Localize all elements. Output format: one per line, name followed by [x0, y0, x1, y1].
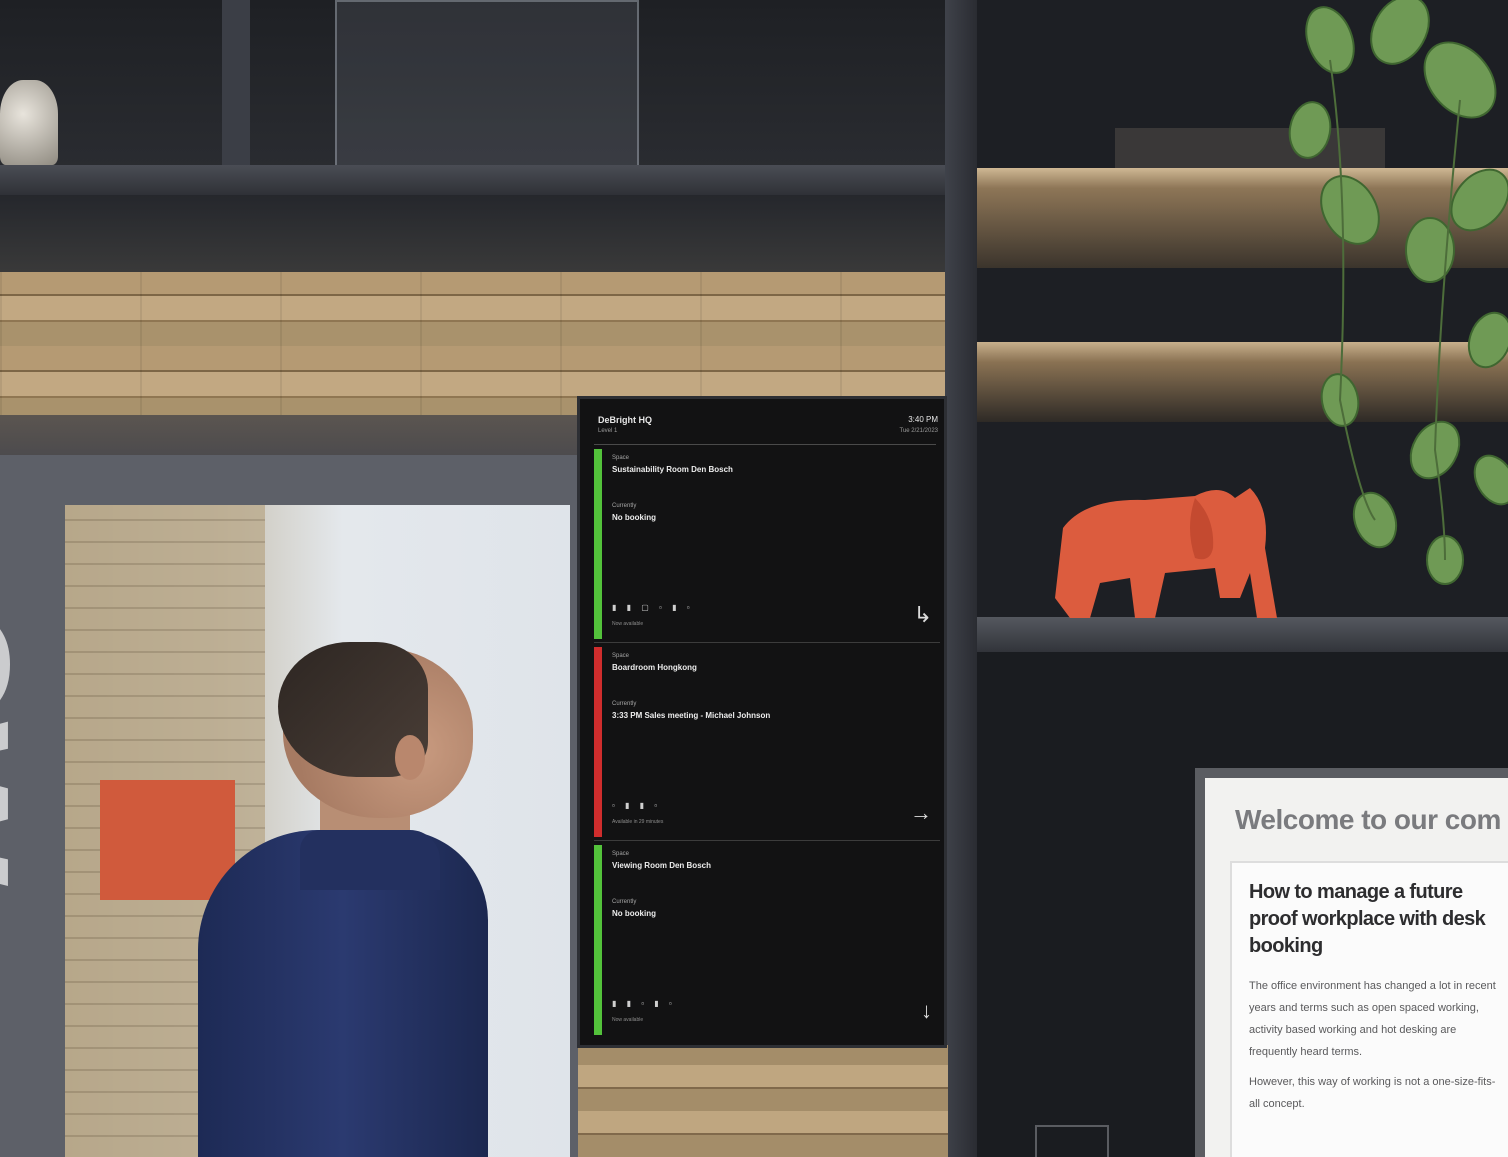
panel-divider: [594, 642, 940, 643]
availability-note: Available in 29 minutes: [612, 819, 664, 825]
current-label: Currently: [612, 701, 637, 707]
ceramic-vase: [0, 80, 58, 165]
shelf-beam: [0, 165, 950, 195]
article-heading: How to manage a future proof workplace w…: [1249, 881, 1486, 957]
door-header: [0, 415, 580, 460]
sign-title: Welcome to our com: [1235, 804, 1501, 835]
display-header: DeBright HQ Level 1 3:40 PM Tue 2/21/202…: [598, 415, 938, 443]
space-name: Viewing Room Den Bosch: [612, 861, 711, 870]
glass-display-box: [335, 0, 639, 169]
direction-arrow-icon: ↳: [913, 602, 932, 627]
shelf-divider: [222, 0, 250, 165]
current-booking: 3:33 PM Sales meeting - Michael Johnson: [612, 711, 771, 720]
display-floor: Level 1: [598, 428, 618, 434]
amenity-icons: ▮ ▮ ▫ ▮ ▫: [612, 999, 676, 1008]
availability-note: Now available: [612, 621, 644, 627]
space-label: Space: [612, 455, 630, 461]
room-booking-display: DeBright HQ Level 1 3:40 PM Tue 2/21/202…: [577, 396, 947, 1048]
amenity-icons: ▫ ▮ ▮ ▫: [612, 801, 662, 810]
panel-divider: [594, 840, 940, 841]
room-panel[interactable]: Space Viewing Room Den Bosch Currently N…: [594, 845, 940, 1035]
article-paragraph: The office environment has changed a lot…: [1249, 980, 1496, 1058]
amenity-icons: ▮ ▮ ▢ ▫ ▮ ▫: [612, 603, 694, 612]
direction-arrow-icon: ↓: [921, 998, 932, 1023]
window-etched-lettering: ow: [0, 600, 87, 880]
direction-arrow-icon: →: [910, 800, 932, 825]
space-name: Boardroom Hongkong: [612, 663, 697, 672]
space-name: Sustainability Room Den Bosch: [612, 465, 733, 474]
status-bar-occupied: [594, 647, 602, 837]
status-bar-available: [594, 449, 602, 639]
display-time: 3:40 PM: [908, 415, 938, 424]
shelf-vertical-post: [945, 0, 977, 1157]
display-date: Tue 2/21/2023: [899, 428, 938, 434]
article-paragraph: However, this way of working is not a on…: [1249, 1076, 1496, 1110]
person-ear: [395, 735, 425, 780]
hanging-plant: [1288, 0, 1508, 585]
space-label: Space: [612, 653, 630, 659]
article-card: How to manage a future proof workplace w…: [1230, 861, 1508, 1157]
room-panel[interactable]: Space Boardroom Hongkong Currently 3:33 …: [594, 647, 940, 841]
shirt-collar: [300, 830, 440, 890]
space-label: Space: [612, 851, 630, 857]
availability-note: Now available: [612, 1017, 644, 1023]
status-bar-available: [594, 845, 602, 1035]
welcome-sign: Welcome to our com How to manage a futur…: [1205, 778, 1508, 1157]
display-divider: [594, 444, 936, 445]
office-photo: ow DeBright HQ Level 1 3:40 PM Tue 2/21/…: [0, 0, 1508, 1157]
red-elephant-figure: [1055, 488, 1277, 618]
room-panel[interactable]: Space Sustainability Room Den Bosch Curr…: [594, 449, 940, 643]
current-booking: No booking: [612, 909, 656, 918]
glass-cup: [1035, 1125, 1109, 1157]
under-shelf-shadow: [0, 195, 950, 275]
display-site-name: DeBright HQ: [598, 415, 652, 425]
current-label: Currently: [612, 899, 637, 905]
current-booking: No booking: [612, 513, 656, 522]
orange-poster: [100, 780, 235, 900]
current-label: Currently: [612, 503, 637, 509]
wood-wall-lower: [578, 1045, 948, 1157]
